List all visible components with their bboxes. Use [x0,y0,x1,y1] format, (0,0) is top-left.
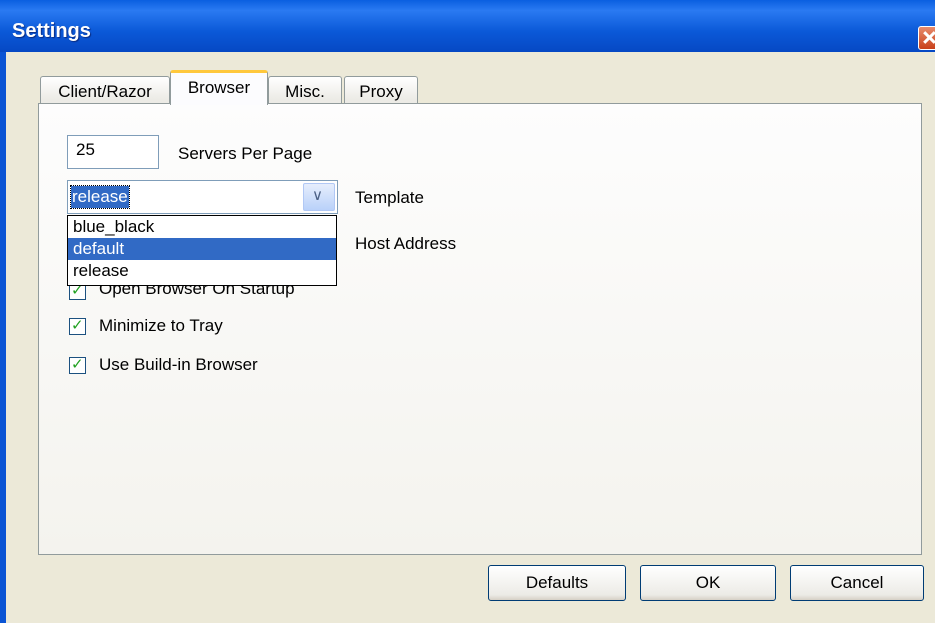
template-option-release[interactable]: release [68,260,336,282]
window-title: Settings [12,20,91,42]
minimize-to-tray-checkbox[interactable]: ✓ [69,316,86,335]
defaults-button[interactable]: Defaults [488,565,626,601]
close-icon[interactable] [918,26,935,50]
servers-per-page-value: 25 [76,140,95,159]
template-label: Template [355,188,424,207]
settings-window: Settings Client/Razor Browser Misc. Prox… [0,0,935,623]
tab-label: Misc. [285,82,325,101]
use-built-in-browser-checkbox[interactable]: ✓ [69,355,86,374]
template-dropdown-list: blue_black default release [67,215,337,286]
title-bar[interactable]: Settings [0,0,935,52]
chevron-down-icon: ∨ [312,186,323,204]
servers-per-page-input[interactable]: 25 [67,135,159,169]
template-option-default[interactable]: default [68,238,336,260]
tab-client-razor[interactable]: Client/Razor [40,76,170,105]
tab-label: Browser [187,78,251,97]
use-built-in-browser-label: Use Build-in Browser [99,355,258,374]
tab-proxy[interactable]: Proxy [344,76,418,105]
tab-browser[interactable]: Browser [170,70,268,105]
servers-per-page-label: Servers Per Page [178,144,313,163]
template-option-blue-black[interactable]: blue_black [68,216,336,238]
cancel-button[interactable]: Cancel [790,565,924,601]
tab-label: Client/Razor [58,82,152,101]
tab-misc[interactable]: Misc. [268,76,342,105]
template-selected-value: release [70,185,130,209]
host-address-label: Host Address [355,234,457,253]
template-select[interactable]: release ∨ [67,180,338,214]
minimize-to-tray-label: Minimize to Tray [99,316,223,335]
check-icon: ✓ [71,355,84,373]
ok-button[interactable]: OK [640,565,776,601]
check-icon: ✓ [71,316,84,334]
dropdown-button[interactable]: ∨ [303,183,335,211]
tab-label: Proxy [359,82,403,101]
